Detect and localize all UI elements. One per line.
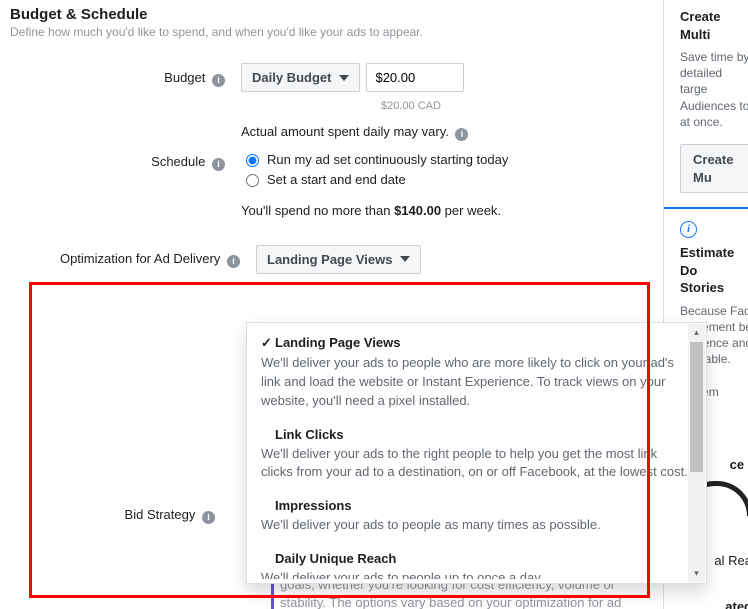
section-title: Budget & Schedule [10,6,663,23]
budget-label: Budget i [10,63,241,141]
caret-down-icon [339,75,349,81]
optimization-option[interactable]: ✓Landing Page ViewsWe'll deliver your ad… [247,327,706,419]
optimization-label: Optimization for Ad Delivery i [10,244,256,274]
info-icon[interactable]: i [202,511,215,524]
optimization-option[interactable]: Link ClicksWe'll deliver your ads to the… [247,419,706,491]
budget-amount-hint: $20.00 CAD [241,100,663,112]
create-multi-title: Create Multi [680,8,748,43]
scroll-thumb[interactable] [690,342,703,472]
info-icon[interactable]: i [227,255,240,268]
info-icon[interactable]: i [212,74,225,87]
reach-label-2: ated [680,598,748,609]
schedule-label: Schedule i [10,147,241,191]
scrollbar[interactable]: ▴ ▾ [688,324,705,582]
info-icon[interactable]: i [212,158,225,171]
info-icon[interactable]: i [680,221,697,238]
optimization-select[interactable]: Landing Page Views [256,245,421,274]
optimization-option[interactable]: Daily Unique ReachWe'll deliver your ads… [247,543,706,579]
optimization-dropdown: ✓Landing Page ViewsWe'll deliver your ad… [246,322,707,584]
budget-type-select[interactable]: Daily Budget [241,63,360,92]
daily-vary-note: Actual amount spent daily may vary. i [241,124,663,141]
create-multi-button[interactable]: Create Mu [680,144,748,193]
create-multi-desc: Save time by detailed targe Audiences to… [680,49,748,130]
scroll-down-icon[interactable]: ▾ [688,565,705,582]
estimate-title: Estimate Do Stories [680,244,748,297]
info-icon[interactable]: i [455,128,468,141]
bid-strategy-label: Bid Strategy i [0,500,231,530]
optimization-option[interactable]: ImpressionsWe'll deliver your ads to peo… [247,490,706,543]
scroll-up-icon[interactable]: ▴ [688,324,705,341]
section-subtitle: Define how much you'd like to spend, and… [10,25,663,39]
budget-amount-input[interactable] [366,63,464,92]
weekly-spend-note: You'll spend no more than $140.00 per we… [241,197,663,236]
caret-down-icon [400,256,410,262]
schedule-continuous-radio[interactable]: Run my ad set continuously starting toda… [241,151,663,167]
schedule-dates-radio[interactable]: Set a start and end date [241,171,663,187]
